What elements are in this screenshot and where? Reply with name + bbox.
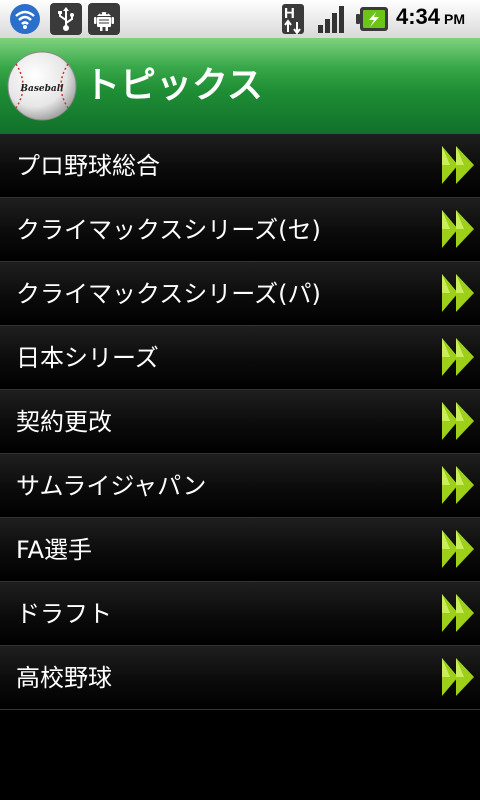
double-chevron-right-icon xyxy=(442,402,474,440)
usb-icon xyxy=(50,3,82,35)
hsdpa-network-icon: H xyxy=(280,3,312,35)
page-title: トピックス xyxy=(84,65,263,106)
double-chevron-right-icon xyxy=(442,274,474,312)
list-item-label: クライマックスシリーズ(セ) xyxy=(16,216,321,244)
list-item[interactable]: プロ野球総合 xyxy=(0,134,480,198)
wifi-icon xyxy=(9,3,41,35)
list-item[interactable]: 高校野球 xyxy=(0,646,480,710)
app-header: Baseball トピックス xyxy=(0,38,480,134)
list-item[interactable]: 契約更改 xyxy=(0,390,480,454)
list-item-label: ドラフト xyxy=(16,600,112,628)
clock-time: 4:34 xyxy=(396,4,441,29)
double-chevron-right-icon xyxy=(442,594,474,632)
status-bar: H 4:34 PM xyxy=(0,0,480,39)
svg-text:H: H xyxy=(284,5,295,22)
android-debug-icon xyxy=(88,3,120,35)
double-chevron-right-icon xyxy=(442,658,474,696)
double-chevron-right-icon xyxy=(442,210,474,248)
list-item[interactable]: クライマックスシリーズ(パ) xyxy=(0,262,480,326)
list-item[interactable]: クライマックスシリーズ(セ) xyxy=(0,198,480,262)
list-item[interactable]: サムライジャパン xyxy=(0,454,480,518)
list-item[interactable]: 日本シリーズ xyxy=(0,326,480,390)
baseball-logo-icon: Baseball xyxy=(6,50,78,122)
list-item-label: 契約更改 xyxy=(16,408,112,436)
double-chevron-right-icon xyxy=(442,338,474,376)
list-item-label: FA選手 xyxy=(16,536,93,564)
list-item[interactable]: ドラフト xyxy=(0,582,480,646)
list-item-label: プロ野球総合 xyxy=(16,152,160,180)
status-clock: 4:34 PM xyxy=(396,4,480,34)
list-item[interactable]: FA選手 xyxy=(0,518,480,582)
list-item-label: サムライジャパン xyxy=(16,472,207,500)
double-chevron-right-icon xyxy=(442,146,474,184)
list-item-label: クライマックスシリーズ(パ) xyxy=(16,280,321,308)
double-chevron-right-icon xyxy=(442,530,474,568)
signal-icon xyxy=(317,3,349,35)
list-item-label: 高校野球 xyxy=(16,664,112,692)
battery-charging-icon xyxy=(356,3,390,35)
list-item-label: 日本シリーズ xyxy=(16,344,159,372)
logo-text: Baseball xyxy=(19,84,64,94)
clock-ampm: PM xyxy=(444,11,466,27)
topic-list: プロ野球総合 クライマックスシリーズ(セ) クライマックスシリーズ(パ) 日本シ… xyxy=(0,134,480,710)
double-chevron-right-icon xyxy=(442,466,474,504)
